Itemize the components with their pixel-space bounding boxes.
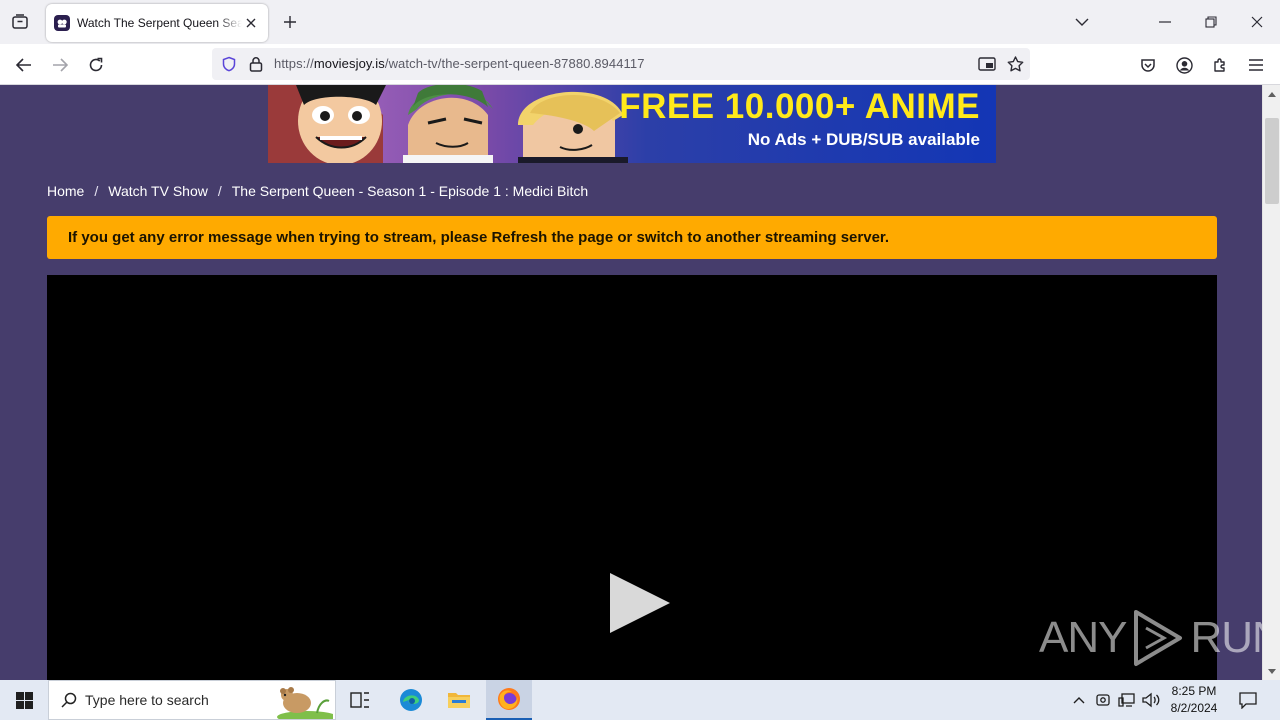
search-icon [61,692,77,708]
clock-date: 8/2/2024 [1170,701,1218,715]
banner-headline: FREE 10.000+ ANIME [619,87,980,126]
browser-tab-bar: Watch The Serpent Queen Season 1 - Episo… [0,0,1280,44]
play-triangle-icon[interactable] [608,571,672,635]
new-tab-plus-icon[interactable] [280,12,300,32]
breadcrumb-separator: / [94,183,99,199]
breadcrumb-home-link[interactable]: Home [47,183,84,199]
tab-title: Watch The Serpent Queen Season 1 - Episo… [77,16,243,30]
system-clock[interactable]: 8:25 PM 8/2/2024 [1160,683,1228,717]
breadcrumb-current-episode: The Serpent Queen - Season 1 - Episode 1… [231,183,589,199]
browser-navigation-bar: https://moviesjoy.is/watch-tv/the-serpen… [0,44,1280,85]
picture-in-picture-icon[interactable] [977,54,997,74]
url-text[interactable]: https://moviesjoy.is/watch-tv/the-serpen… [274,56,645,71]
notification-center-icon[interactable] [1236,688,1260,712]
scroll-down-arrow-icon[interactable] [1266,665,1278,677]
lock-icon[interactable] [246,54,266,74]
scroll-up-arrow-icon[interactable] [1266,88,1278,100]
page-viewport: FREE 10.000+ ANIME No Ads + DUB/SUB avai… [0,85,1262,680]
windows-taskbar: Type here to search 8:25 PM 8/2/2024 [0,680,1280,720]
anime-ad-banner[interactable]: FREE 10.000+ ANIME No Ads + DUB/SUB avai… [268,85,996,163]
windows-start-icon[interactable] [0,680,48,720]
browser-tab-active[interactable]: Watch The Serpent Queen Season 1 - Episo… [46,4,268,42]
scrollbar-thumb[interactable] [1265,118,1279,204]
reload-icon[interactable] [83,52,109,78]
network-icon[interactable] [1117,690,1137,710]
firefox-browser-icon[interactable] [486,680,532,720]
breadcrumb-separator: / [217,183,222,199]
search-placeholder: Type here to search [85,692,209,708]
task-view-icon[interactable] [337,680,383,720]
tab-overflow-chevron-down-icon[interactable] [1070,10,1094,34]
anyrun-watermark: ANY RUN [1039,608,1262,668]
volume-speaker-icon[interactable] [1141,690,1161,710]
file-explorer-folder-icon[interactable] [436,680,482,720]
watermark-text-right: RUN [1190,613,1262,662]
clock-time: 8:25 PM [1171,684,1217,698]
bookmark-star-icon[interactable] [1005,54,1025,74]
hamburger-menu-icon[interactable] [1243,52,1269,78]
account-avatar-icon[interactable] [1171,52,1197,78]
stream-error-notice: If you get any error message when trying… [47,216,1217,259]
watermark-play-logo-icon [1134,610,1183,666]
breadcrumb: Home / Watch TV Show / The Serpent Queen… [47,183,588,199]
restore-window-icon[interactable] [1199,10,1223,34]
search-highlight-illustration [277,687,333,719]
taskbar-search-box[interactable]: Type here to search [48,680,336,720]
extensions-puzzle-icon[interactable] [1207,52,1233,78]
back-arrow-icon[interactable] [11,52,37,78]
site-favicon-icon [54,15,70,31]
banner-subline: No Ads + DUB/SUB available [747,130,980,149]
meet-now-icon[interactable] [1093,690,1113,710]
anime-characters-illustration [268,85,628,163]
pocket-icon[interactable] [1135,52,1161,78]
show-hidden-icons-chevron-up-icon[interactable] [1069,690,1089,710]
tracking-protection-shield-icon[interactable] [219,54,239,74]
minimize-window-icon[interactable] [1153,10,1177,34]
address-bar[interactable]: https://moviesjoy.is/watch-tv/the-serpen… [212,48,1030,80]
page-scrollbar[interactable] [1262,85,1280,680]
list-all-tabs-icon[interactable] [8,11,32,33]
forward-arrow-icon[interactable] [47,52,73,78]
watermark-text-left: ANY [1039,613,1127,662]
close-tab-icon[interactable] [242,14,260,32]
close-window-icon[interactable] [1245,10,1269,34]
breadcrumb-watch-tv-show-link[interactable]: Watch TV Show [108,183,208,199]
edge-browser-icon[interactable] [388,680,434,720]
